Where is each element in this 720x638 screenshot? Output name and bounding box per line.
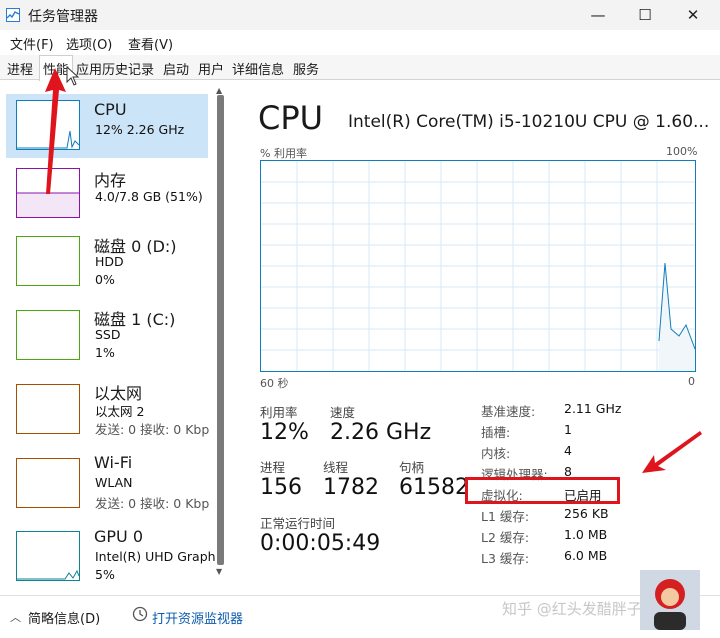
spec-value-sockets: 1 — [564, 422, 572, 437]
resource-sub-disk0-usage: 0% — [95, 272, 115, 287]
resource-title-gpu: GPU 0 — [94, 527, 144, 546]
collapse-chevron-icon[interactable]: ︿ — [10, 609, 21, 625]
utilization-label: 利用率 — [260, 405, 298, 420]
spec-value-cores: 4 — [564, 443, 572, 458]
resource-title-cpu: CPU — [94, 100, 127, 119]
uptime-value: 0:00:05:49 — [260, 531, 381, 556]
minimize-button[interactable]: — — [575, 0, 621, 30]
spec-value-l2-cache: 1.0 MB — [564, 527, 608, 542]
resource-title-memory: 内存 — [94, 171, 127, 190]
watermark-text: 知乎 @红头发醋胖子 — [502, 600, 642, 618]
spec-label-l2-cache: L2 缓存: — [481, 530, 530, 545]
scroll-down-arrow-icon[interactable]: ▼ — [216, 567, 222, 576]
tab-users[interactable]: 用户 — [198, 59, 224, 78]
resource-monitor-icon — [132, 606, 148, 626]
tab-services[interactable]: 服务 — [293, 59, 319, 78]
fewer-details-button[interactable]: 简略信息(D) — [28, 608, 100, 627]
threads-label: 线程 — [323, 460, 349, 475]
handles-label: 句柄 — [399, 460, 425, 475]
handles-value: 61582 — [399, 475, 469, 500]
processes-value: 156 — [260, 475, 302, 500]
graph-label-max: 100% — [666, 145, 698, 158]
speed-value: 2.26 GHz — [330, 420, 432, 445]
ethernet-mini-graph — [16, 384, 80, 434]
tab-details[interactable]: 详细信息 — [232, 59, 284, 78]
cpu-model-name: Intel(R) Core(TM) i5-10210U CPU @ 1.60..… — [348, 112, 710, 132]
resource-sub-wifi-throughput: 发送: 0 接收: 0 Kbp — [95, 496, 210, 511]
resource-title-wifi: Wi-Fi — [94, 453, 133, 472]
maximize-button[interactable]: ☐ — [622, 0, 668, 30]
resource-sub-gpu-usage: 5% — [95, 567, 115, 582]
scroll-up-arrow-icon[interactable]: ▲ — [216, 86, 222, 95]
annotation-arrow-right-icon — [640, 428, 704, 480]
menu-view[interactable]: 查看(V) — [128, 34, 173, 53]
resource-sub-wifi-adapter: WLAN — [95, 475, 133, 490]
close-button[interactable]: ✕ — [670, 0, 716, 30]
mouse-cursor-icon — [66, 65, 80, 90]
cpu-utilization-graph — [260, 160, 696, 372]
utilization-value: 12% — [260, 420, 309, 445]
menu-options[interactable]: 选项(O) — [66, 34, 112, 53]
resource-sub-disk0-type: HDD — [95, 254, 124, 269]
spec-label-cores: 内核: — [481, 446, 511, 461]
disk0-mini-graph — [16, 236, 80, 286]
spec-label-l1-cache: L1 缓存: — [481, 509, 530, 524]
resource-sub-memory: 4.0/7.8 GB (51%) — [95, 189, 203, 204]
resource-list-scrollbar[interactable] — [217, 95, 224, 565]
spec-label-l3-cache: L3 缓存: — [481, 551, 530, 566]
graph-axis-right: 0 — [688, 375, 695, 388]
threads-value: 1782 — [323, 475, 379, 500]
resource-sub-disk1-usage: 1% — [95, 345, 115, 360]
uptime-label: 正常运行时间 — [260, 516, 336, 531]
task-manager-app-icon — [6, 7, 20, 22]
tab-startup[interactable]: 启动 — [163, 59, 189, 78]
resource-sub-gpu-model: Intel(R) UHD Graph — [95, 549, 216, 564]
spec-value-base-speed: 2.11 GHz — [564, 401, 622, 416]
gpu-mini-graph — [16, 531, 80, 581]
resource-sub-ethernet-throughput: 发送: 0 接收: 0 Kbp — [95, 422, 210, 437]
processes-label: 进程 — [260, 460, 286, 475]
virtualization-highlight-box — [465, 477, 620, 504]
window-title: 任务管理器 — [28, 9, 98, 25]
open-resource-monitor-link[interactable]: 打开资源监视器 — [152, 608, 243, 627]
avatar — [640, 570, 700, 630]
wifi-mini-graph — [16, 458, 80, 508]
graph-axis-left: 60 秒 — [260, 377, 289, 390]
tab-processes[interactable]: 进程 — [7, 59, 33, 78]
spec-label-base-speed: 基准速度: — [481, 404, 536, 419]
resource-sub-ethernet-adapter: 以太网 2 — [95, 404, 145, 419]
spec-value-l1-cache: 256 KB — [564, 506, 609, 521]
resource-sub-disk1-type: SSD — [95, 327, 121, 342]
disk1-mini-graph — [16, 310, 80, 360]
resource-sub-cpu: 12% 2.26 GHz — [95, 122, 185, 137]
tab-app-history[interactable]: 应用历史记录 — [76, 59, 154, 78]
spec-value-l3-cache: 6.0 MB — [564, 548, 608, 563]
menu-file[interactable]: 文件(F) — [10, 34, 54, 53]
detail-title: CPU — [258, 99, 324, 137]
speed-label: 速度 — [330, 405, 356, 420]
graph-label-utilization: % 利用率 — [260, 147, 307, 160]
footer-separator — [0, 595, 720, 596]
spec-label-sockets: 插槽: — [481, 425, 511, 440]
